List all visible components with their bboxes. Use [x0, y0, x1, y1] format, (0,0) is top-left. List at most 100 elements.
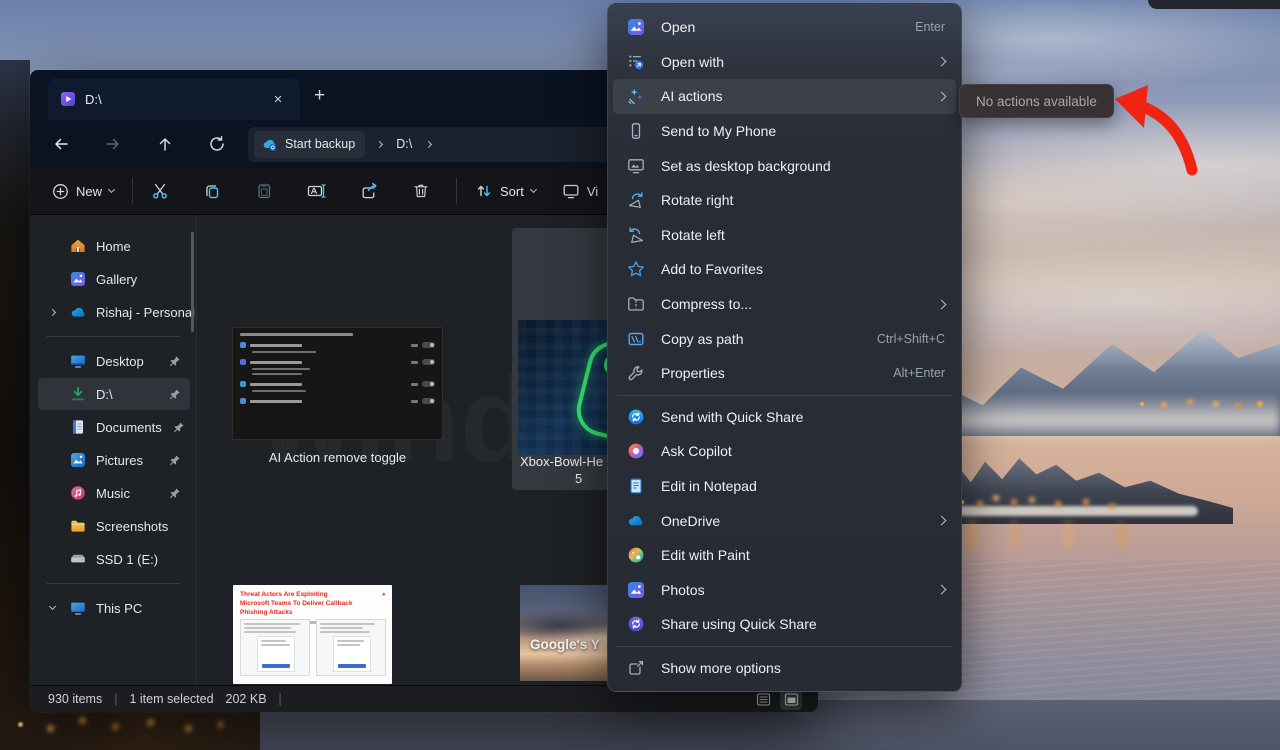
menu-item-ask-copilot[interactable]: Ask Copilot — [613, 434, 956, 469]
menu-item-properties[interactable]: Properties Alt+Enter — [613, 356, 956, 391]
photos-app-icon — [626, 580, 646, 600]
sidebar-item-this-pc[interactable]: This PC — [38, 592, 190, 624]
menu-separator — [617, 646, 952, 647]
collapse-chevron-icon[interactable] — [49, 603, 56, 610]
menu-item-label: Set as desktop background — [661, 158, 945, 174]
submenu-chevron-icon — [937, 57, 947, 67]
menu-item-edit-with-paint[interactable]: Edit with Paint — [613, 538, 956, 573]
menu-item-rotate-right[interactable]: Rotate right — [613, 183, 956, 218]
delete-button[interactable] — [404, 174, 438, 208]
sidebar-item-label: Rishaj - Personal — [96, 305, 195, 320]
details-view-toggle[interactable] — [752, 689, 774, 710]
menu-item-label: Show more options — [661, 660, 945, 676]
forward-button[interactable] — [96, 127, 130, 161]
refresh-button[interactable] — [200, 127, 234, 161]
menu-item-edit-in-notepad[interactable]: Edit in Notepad — [613, 469, 956, 504]
desktop: D:\ × + Start backup — [0, 0, 1280, 750]
tab-active[interactable]: D:\ × — [48, 78, 300, 120]
start-backup-button[interactable]: Start backup — [254, 131, 365, 158]
chevron-down-icon — [530, 186, 537, 193]
sidebar-item-gallery[interactable]: Gallery — [38, 263, 190, 295]
media-file-icon — [60, 91, 76, 107]
view-button[interactable]: Vi — [554, 174, 606, 208]
menu-item-share-quick-share[interactable]: Share using Quick Share — [613, 607, 956, 642]
pin-icon — [168, 388, 181, 401]
file-thumbnail-document[interactable]: Threat Actors Are Exploiting Microsoft T… — [233, 585, 392, 684]
gallery-icon — [70, 271, 86, 287]
thumbnail-view-toggle[interactable] — [780, 689, 802, 710]
wallpaper-village-snow — [948, 506, 1198, 516]
menu-item-label: Send with Quick Share — [661, 409, 945, 425]
menu-item-label: Copy as path — [661, 331, 862, 347]
share-icon — [360, 182, 378, 200]
new-tab-button[interactable]: + — [314, 86, 325, 105]
menu-item-onedrive[interactable]: OneDrive — [613, 503, 956, 538]
photo-overlay-text: Google's Y — [530, 637, 600, 652]
menu-item-add-to-favorites[interactable]: Add to Favorites — [613, 252, 956, 287]
new-button[interactable]: New — [44, 174, 122, 208]
sidebar-item-pictures[interactable]: Pictures — [38, 444, 190, 476]
copy-button[interactable] — [195, 174, 229, 208]
file-thumbnail-ai-action[interactable] — [232, 327, 443, 440]
menu-item-set-desktop-background[interactable]: Set as desktop background — [613, 148, 956, 183]
toolbar-divider — [456, 178, 457, 204]
wallpaper-left-shadow — [0, 60, 30, 710]
items-count: 930 items — [48, 692, 102, 706]
file-label[interactable]: AI Action remove toggle — [232, 450, 443, 465]
share-button[interactable] — [352, 174, 386, 208]
sidebar-item-documents[interactable]: Documents — [38, 411, 190, 443]
wallpaper-light-reflections — [948, 518, 1248, 578]
file-label-line2[interactable]: 5 — [575, 471, 582, 486]
documents-icon — [70, 419, 86, 435]
rename-icon — [307, 182, 326, 200]
sidebar-item-music[interactable]: Music — [38, 477, 190, 509]
file-label[interactable]: Xbox-Bowl-He — [520, 454, 603, 469]
sort-button[interactable]: Sort — [467, 174, 544, 208]
rename-button[interactable] — [299, 174, 334, 208]
sidebar-item-label: Documents — [96, 420, 162, 435]
menu-item-compress-to[interactable]: Compress to... — [613, 287, 956, 322]
pane-divider — [196, 215, 197, 685]
sidebar-item-desktop[interactable]: Desktop — [38, 345, 190, 377]
expand-chevron-icon[interactable] — [49, 308, 56, 315]
desktop-icon — [70, 353, 86, 369]
document-title: Threat Actors Are Exploiting Microsoft T… — [240, 591, 353, 617]
menu-item-show-more-options[interactable]: Show more options — [613, 651, 956, 686]
copy-icon — [203, 182, 221, 200]
chevron-down-icon — [108, 186, 115, 193]
new-button-label: New — [76, 184, 102, 199]
pictures-icon — [70, 452, 86, 468]
menu-item-rotate-left[interactable]: Rotate left — [613, 218, 956, 253]
start-backup-label: Start backup — [285, 137, 355, 151]
sidebar-divider — [46, 583, 180, 584]
quick-share-alt-icon — [626, 614, 646, 634]
plus-circle-icon — [52, 183, 69, 200]
folder-icon — [70, 518, 86, 534]
properties-wrench-icon — [626, 363, 646, 383]
back-button[interactable] — [44, 127, 78, 161]
d-drive-icon — [70, 386, 86, 402]
sidebar-item-onedrive[interactable]: Rishaj - Personal — [38, 296, 190, 328]
sidebar-item-d-drive[interactable]: D:\ — [38, 378, 190, 410]
close-tab-icon[interactable]: × — [266, 87, 290, 111]
menu-item-open[interactable]: Open Enter — [613, 10, 956, 45]
sidebar-item-home[interactable]: Home — [38, 230, 190, 262]
menu-item-send-quick-share[interactable]: Send with Quick Share — [613, 400, 956, 435]
up-button[interactable] — [148, 127, 182, 161]
breadcrumb-drive[interactable]: D:\ — [396, 137, 412, 151]
menu-item-ai-actions[interactable]: AI actions — [613, 79, 956, 114]
menu-item-copy-as-path[interactable]: Copy as path Ctrl+Shift+C — [613, 321, 956, 356]
paste-button[interactable] — [247, 174, 281, 208]
sidebar-item-ssd[interactable]: SSD 1 (E:) — [38, 543, 190, 575]
menu-item-label: Rotate left — [661, 227, 945, 243]
menu-item-photos[interactable]: Photos — [613, 573, 956, 608]
sidebar-item-label: Gallery — [96, 272, 190, 287]
menu-item-send-to-my-phone[interactable]: Send to My Phone — [613, 114, 956, 149]
sidebar-scrollbar[interactable] — [191, 232, 194, 332]
sidebar-item-screenshots[interactable]: Screenshots — [38, 510, 190, 542]
this-pc-icon — [70, 600, 86, 616]
cut-button[interactable] — [143, 174, 177, 208]
submenu-chevron-icon — [937, 585, 947, 595]
pin-icon — [168, 454, 181, 467]
menu-item-open-with[interactable]: Open with — [613, 45, 956, 80]
